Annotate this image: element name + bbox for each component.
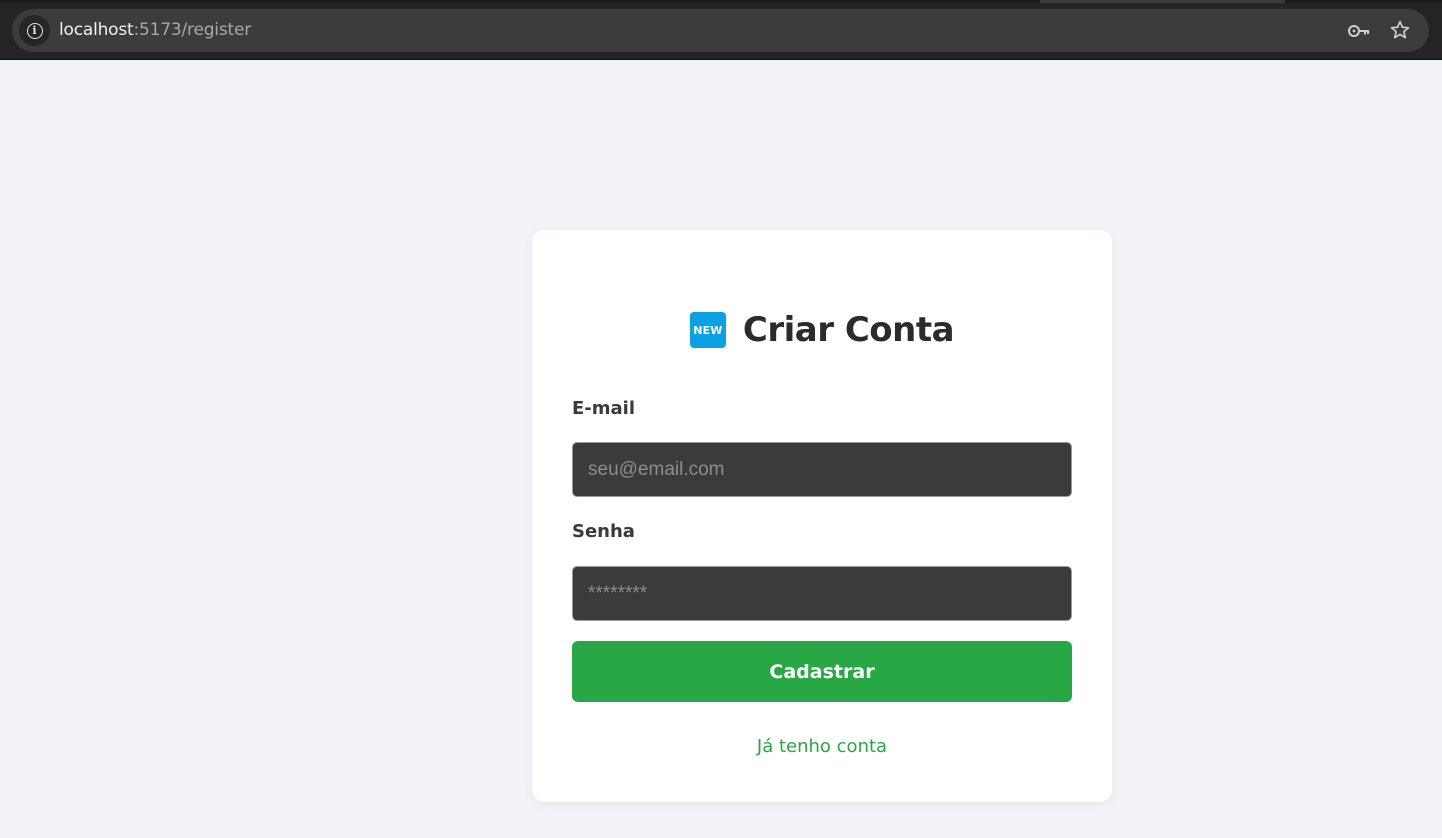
password-field[interactable] — [572, 566, 1072, 621]
info-icon: i — [26, 22, 43, 39]
register-card: NEW Criar Conta E-mail Senha Cadastrar J… — [532, 230, 1112, 802]
address-bar[interactable]: i localhost:5173/register — [12, 9, 1429, 52]
browser-toolbar: i localhost:5173/register — [0, 0, 1442, 60]
url-host: localhost — [59, 20, 134, 40]
url-path: :5173/register — [133, 20, 252, 40]
new-badge-icon: NEW — [689, 312, 726, 348]
password-label: Senha — [572, 521, 635, 542]
key-icon[interactable] — [1347, 21, 1371, 41]
url-text[interactable]: localhost:5173/register — [59, 20, 251, 40]
email-label: E-mail — [572, 398, 636, 419]
star-icon[interactable] — [1389, 19, 1411, 41]
tab-strip — [0, 0, 1442, 3]
site-info-button[interactable]: i — [19, 15, 50, 46]
title-row: NEW Criar Conta — [532, 310, 1112, 350]
login-link[interactable]: Já tenho conta — [532, 736, 1112, 757]
register-button[interactable]: Cadastrar — [572, 641, 1072, 702]
active-tab-edge[interactable] — [1040, 0, 1285, 3]
email-field[interactable] — [572, 442, 1072, 497]
page-title: Criar Conta — [742, 310, 955, 350]
